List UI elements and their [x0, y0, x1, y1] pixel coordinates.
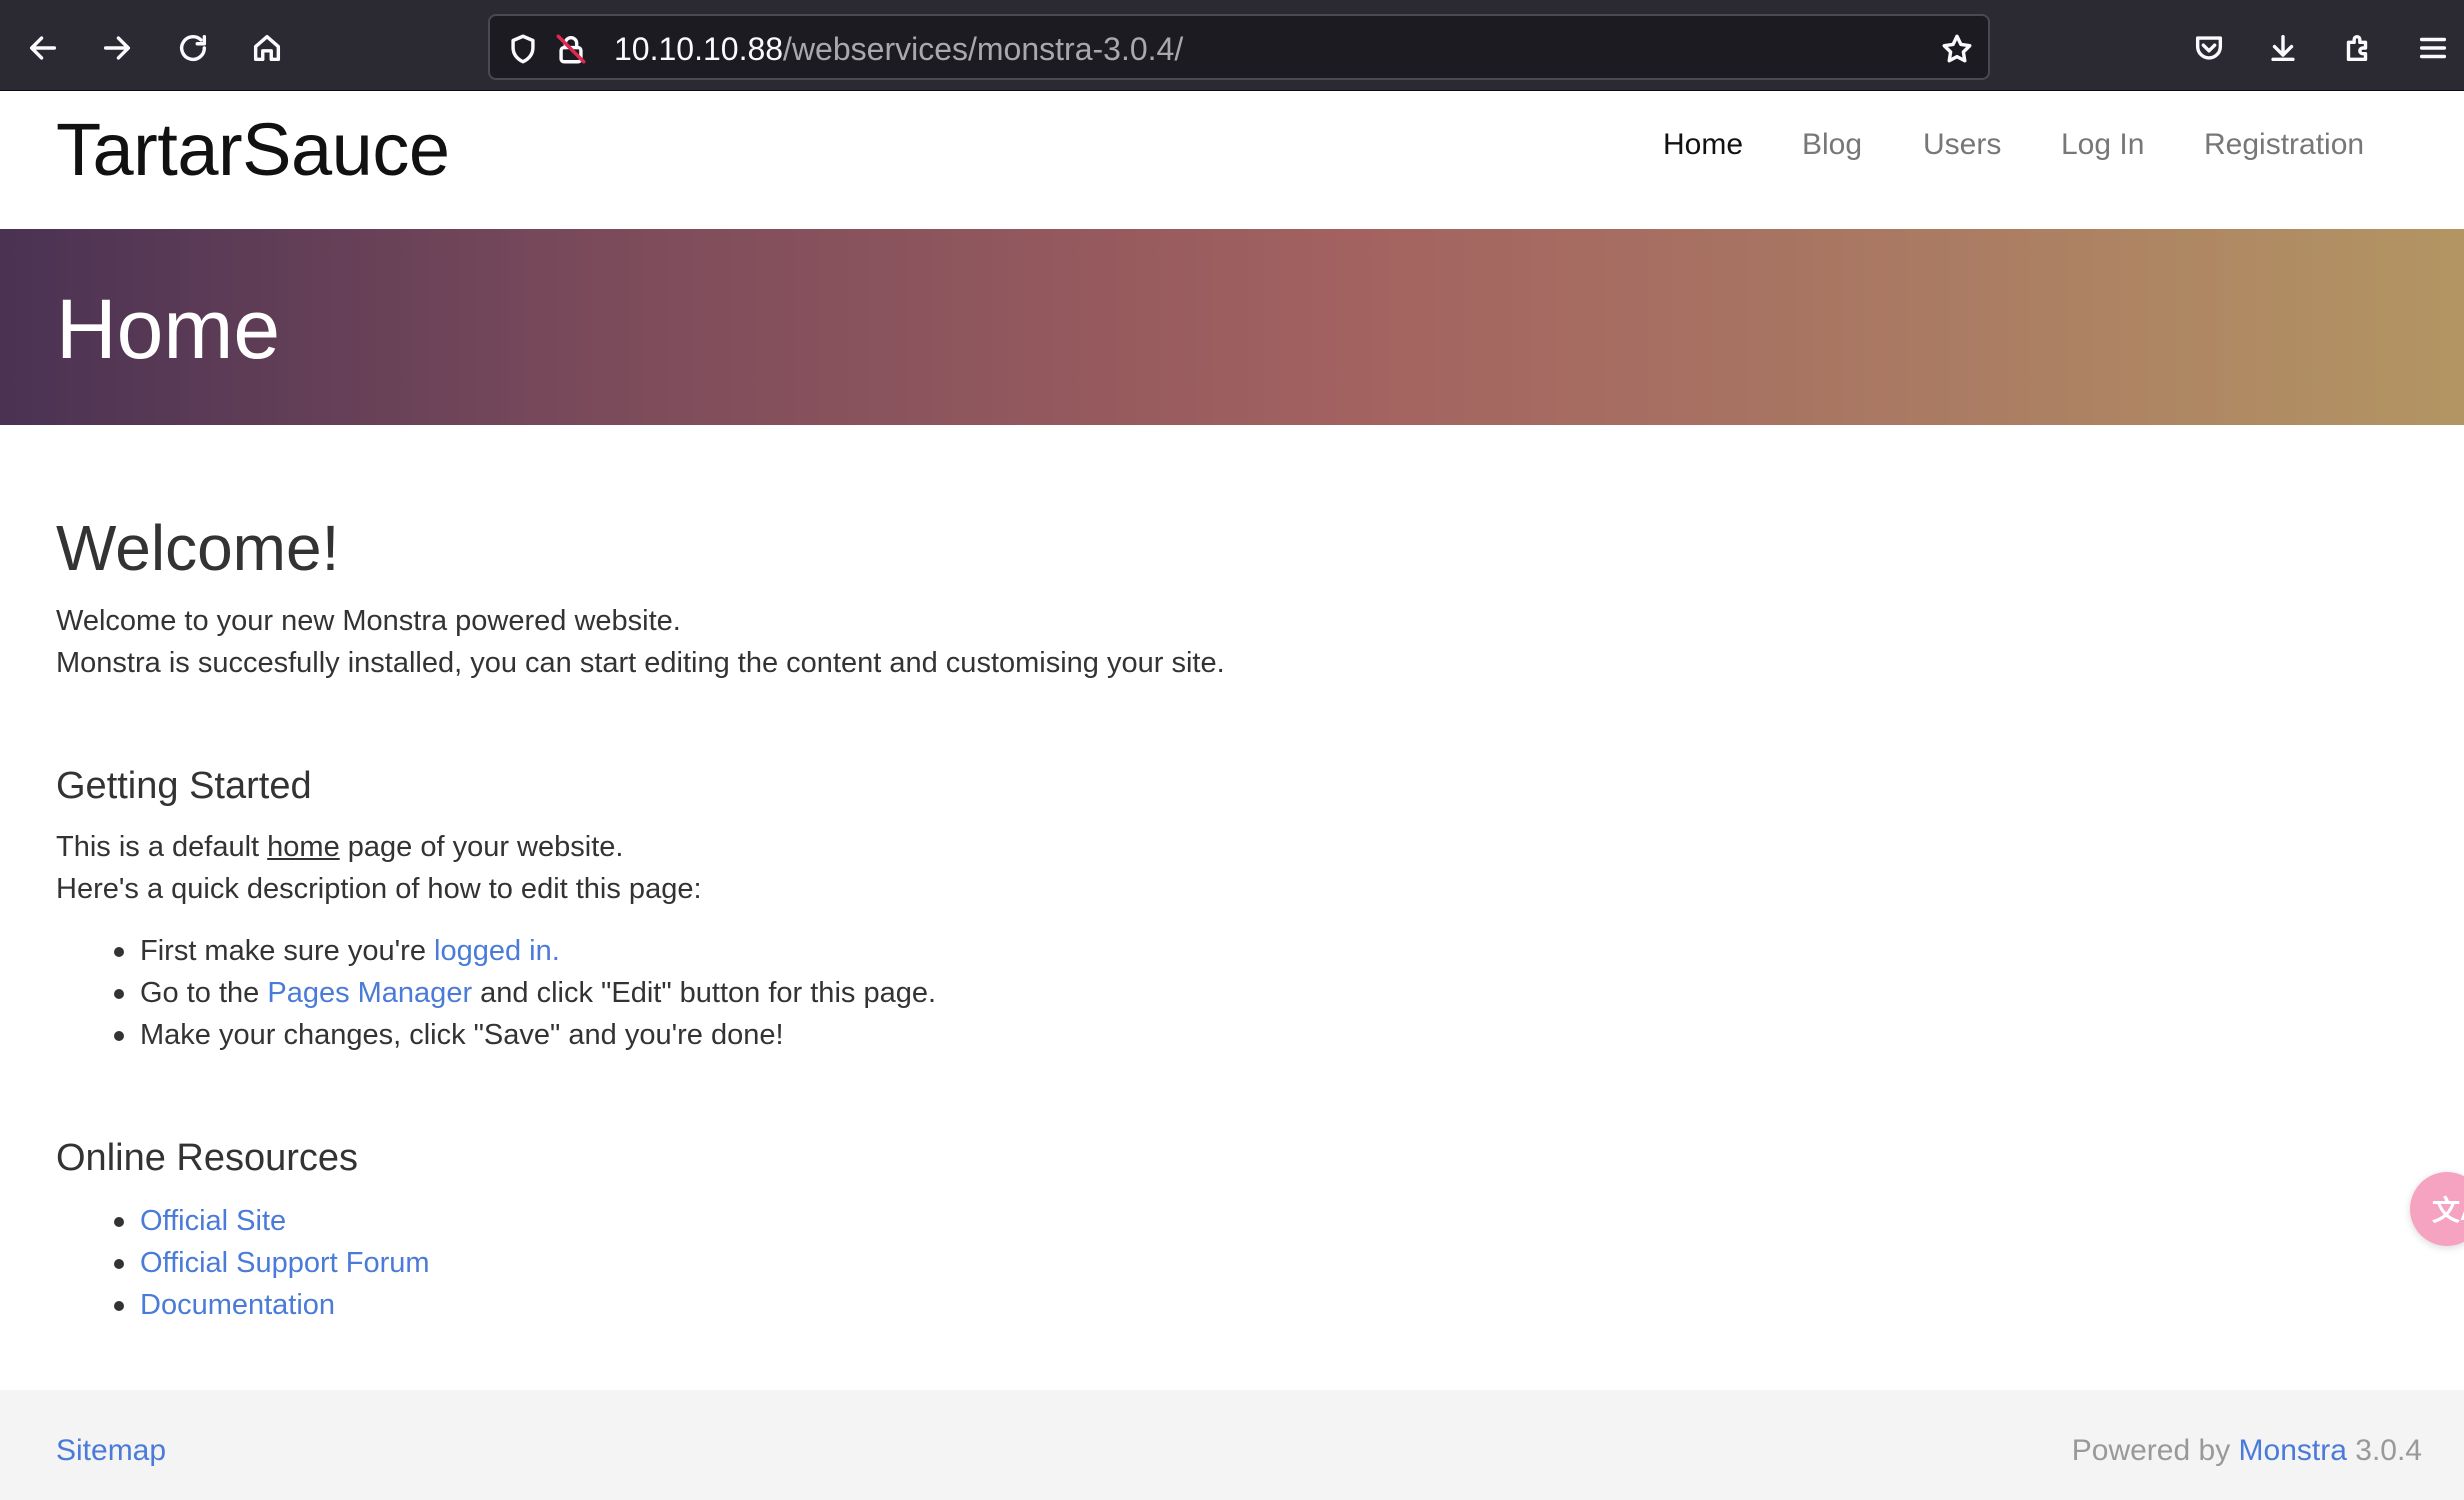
nav-users[interactable]: Users [1923, 119, 2001, 171]
hamburger-menu-icon [2419, 37, 2447, 59]
steps-list: First make sure you're logged in. Go to … [113, 930, 937, 1056]
getting-started-heading: Getting Started [56, 765, 312, 807]
reload-button[interactable] [166, 21, 220, 75]
nav-home[interactable]: Home [1663, 119, 1743, 171]
welcome-text-1: Welcome to your new Monstra powered webs… [56, 605, 681, 637]
extensions-icon [2346, 35, 2368, 62]
logged-in-link[interactable]: logged in. [434, 935, 560, 967]
insecure-lock-icon[interactable] [554, 32, 588, 66]
page-banner: Home [0, 229, 2464, 425]
browser-toolbar: 10.10.10.88/webservices/monstra-3.0.4/ [0, 0, 2464, 91]
url-text[interactable]: 10.10.10.88/webservices/monstra-3.0.4/ [614, 30, 1183, 68]
list-item: Official Support Forum [114, 1242, 430, 1284]
site-footer: Sitemap Powered by Monstra 3.0.4 [0, 1390, 2464, 1500]
online-resources-heading: Online Resources [56, 1137, 359, 1179]
back-button[interactable] [16, 21, 70, 75]
pocket-button[interactable] [2182, 21, 2236, 75]
monstra-link[interactable]: Monstra [2239, 1434, 2347, 1467]
resources-list: Official Site Official Support Forum Doc… [114, 1200, 430, 1326]
support-forum-link[interactable]: Official Support Forum [140, 1247, 430, 1279]
text-segment: This is a default [56, 831, 268, 863]
version-text: 3.0.4 [2355, 1434, 2422, 1467]
text-segment: page of your website. [339, 831, 624, 863]
pocket-icon [2195, 36, 2223, 60]
page-title: Home [56, 282, 281, 376]
bookmark-star-icon[interactable] [1940, 32, 1974, 66]
powered-by: Powered by Monstra 3.0.4 [2072, 1430, 2422, 1472]
translate-widget-button[interactable]: 文A [2410, 1172, 2464, 1246]
documentation-link[interactable]: Documentation [140, 1289, 335, 1321]
url-path: /webservices/monstra-3.0.4/ [783, 31, 1184, 67]
text-segment: First make sure you're [140, 935, 435, 967]
footer-left: Sitemap [56, 1430, 166, 1472]
shield-icon[interactable] [506, 32, 540, 66]
official-site-link[interactable]: Official Site [140, 1205, 286, 1237]
nav-login[interactable]: Log In [2061, 119, 2144, 171]
menu-button[interactable] [2406, 21, 2460, 75]
site-header: TartarSauce Home Blog Users Log In Regis… [0, 91, 2464, 229]
translate-icon: 文A [2432, 1195, 2464, 1226]
list-item: First make sure you're logged in. [113, 930, 936, 972]
list-item: Make your changes, click "Save" and you'… [113, 1014, 936, 1056]
text-segment: Go to the [140, 977, 268, 1009]
extensions-button[interactable] [2330, 21, 2384, 75]
text-segment: Make your changes, click "Save" and you'… [140, 1019, 784, 1051]
getting-started-text-2: Here's a quick description of how to edi… [56, 873, 702, 905]
welcome-heading: Welcome! [56, 512, 340, 584]
nav-registration[interactable]: Registration [2204, 119, 2364, 171]
arrow-right-icon [103, 36, 131, 60]
main-nav: Home Blog Users Log In Registration [0, 119, 2464, 171]
home-term: home [267, 831, 340, 863]
reload-icon [179, 34, 207, 61]
nav-blog[interactable]: Blog [1802, 119, 1862, 171]
pages-manager-link[interactable]: Pages Manager [267, 977, 472, 1009]
address-bar[interactable]: 10.10.10.88/webservices/monstra-3.0.4/ [488, 14, 1990, 80]
arrow-left-icon [29, 36, 57, 60]
home-icon [253, 34, 281, 62]
list-item: Go to the Pages Manager and click "Edit"… [113, 972, 937, 1014]
forward-button[interactable] [90, 21, 144, 75]
downloads-button[interactable] [2256, 21, 2310, 75]
url-host: 10.10.10.88 [614, 31, 784, 67]
getting-started-text-1: This is a default home page of your webs… [56, 826, 623, 868]
list-item: Documentation [114, 1284, 430, 1326]
home-button[interactable] [240, 21, 294, 75]
powered-by-text: Powered by [2071, 1434, 2231, 1467]
list-item: Official Site [114, 1200, 430, 1242]
sitemap-link[interactable]: Sitemap [56, 1434, 166, 1467]
download-icon [2271, 34, 2295, 62]
text-segment: and click "Edit" button for this page. [472, 977, 937, 1009]
welcome-text-2: Monstra is succesfully installed, you ca… [56, 647, 1225, 679]
